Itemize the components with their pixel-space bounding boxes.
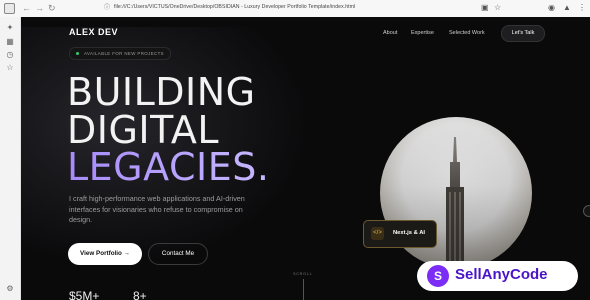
settings-icon[interactable]: ⚙ xyxy=(5,284,15,294)
hero-description: I craft high-performance web application… xyxy=(69,194,245,224)
scroll-label: SCROLL xyxy=(293,272,313,276)
browser-toolbar: ← → ↻ ⓘ file:///C:/Users/VICTUS/OneDrive… xyxy=(0,0,590,18)
copilot-icon[interactable]: ✦ xyxy=(5,23,15,33)
menu-icon[interactable]: ⋮ xyxy=(578,3,586,13)
browser-sidebar: ✦ ▦ ◷ ☆ ⚙ xyxy=(0,17,21,300)
favorites-icon[interactable]: ☆ xyxy=(5,63,15,73)
lets-talk-button[interactable]: Let's Talk xyxy=(501,25,545,42)
history-icon[interactable]: ◷ xyxy=(5,50,15,60)
collections-icon[interactable]: ▦ xyxy=(5,37,15,47)
extension-icon[interactable]: ◉ xyxy=(548,3,555,13)
sellanycode-watermark: S SellAnyCode xyxy=(417,261,578,291)
favorite-icon[interactable]: ☆ xyxy=(494,3,501,13)
reload-icon[interactable]: ↻ xyxy=(48,2,56,14)
code-icon: </> xyxy=(371,227,384,240)
shield-icon[interactable]: ▲ xyxy=(563,3,571,13)
view-portfolio-button[interactable]: View Portfolio → xyxy=(68,243,142,265)
info-icon[interactable]: ⓘ xyxy=(104,3,110,13)
tech-card: </> Next.js & AI xyxy=(363,220,437,248)
tech-card-label: Next.js & AI xyxy=(393,230,425,236)
portfolio-page: ALEX DEV About Expertise Selected Work L… xyxy=(21,17,590,300)
stat-years: 8+ xyxy=(133,289,147,300)
contact-me-button[interactable]: Contact Me xyxy=(148,243,208,265)
availability-badge: AVAILABLE FOR NEW PROJECTS xyxy=(69,47,172,60)
availability-text: AVAILABLE FOR NEW PROJECTS xyxy=(84,51,165,56)
back-icon[interactable]: ← xyxy=(22,2,31,14)
nav-selected-work[interactable]: Selected Work xyxy=(449,30,485,36)
headline-line1: BUILDING xyxy=(67,70,256,114)
forward-icon[interactable]: → xyxy=(35,2,44,14)
stat-revenue: $5M+ xyxy=(69,289,100,300)
nav-expertise[interactable]: Expertise xyxy=(411,30,434,36)
headline-gradient-text: LEGACIES. xyxy=(67,145,270,189)
status-dot-icon xyxy=(76,52,79,55)
reader-icon[interactable]: ▣ xyxy=(481,3,489,13)
headline-line3: LEGACIES. xyxy=(67,148,269,186)
sellanycode-logo-icon: S xyxy=(427,265,449,287)
scroll-indicator xyxy=(303,279,304,300)
watermark-text: SellAnyCode xyxy=(455,266,548,283)
brand-logo[interactable]: ALEX DEV xyxy=(69,27,118,37)
side-nav-dot[interactable] xyxy=(583,205,590,217)
headline-line2: DIGITAL xyxy=(67,108,220,152)
sidebar-toggle-icon[interactable] xyxy=(4,3,15,14)
address-bar[interactable]: file:///C:/Users/VICTUS/OneDrive/Desktop… xyxy=(114,4,355,10)
nav-about[interactable]: About xyxy=(383,30,397,36)
